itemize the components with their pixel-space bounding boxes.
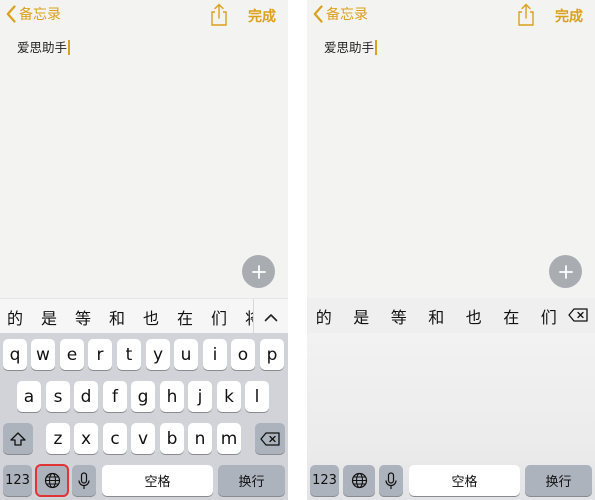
key-b[interactable]: b [160, 423, 184, 454]
notes-screen-candidates: 备忘录 完成 爱思助手 的 是 等 和 也 在 们 123 空格 换行 [307, 0, 595, 500]
delete-icon [260, 431, 280, 446]
key-h[interactable]: h [160, 381, 184, 412]
space-key[interactable]: 空格 [409, 465, 520, 496]
key-y[interactable]: y [146, 339, 170, 370]
key-q[interactable]: q [3, 339, 27, 370]
key-w[interactable]: w [31, 339, 55, 370]
share-icon [516, 3, 536, 27]
back-label: 备忘录 [19, 7, 61, 23]
share-button[interactable] [209, 3, 229, 27]
return-key[interactable]: 换行 [525, 465, 592, 496]
text-caret [68, 40, 71, 55]
key-n[interactable]: n [188, 423, 212, 454]
note-body[interactable]: 爱思助手 [324, 37, 378, 56]
candidate-item[interactable]: 和 [100, 305, 134, 329]
note-text: 爱思助手 [324, 40, 375, 55]
expand-candidates-button[interactable] [253, 299, 288, 334]
delete-key[interactable] [255, 423, 285, 454]
candidate-item[interactable]: 也 [134, 305, 168, 329]
shift-key[interactable] [3, 423, 33, 454]
key-p[interactable]: p [260, 339, 284, 370]
key-o[interactable]: o [231, 339, 255, 370]
key-i[interactable]: i [203, 339, 227, 370]
candidate-item[interactable]: 也 [455, 304, 493, 328]
key-a[interactable]: a [17, 381, 41, 412]
key-d[interactable]: d [74, 381, 98, 412]
add-button[interactable] [242, 255, 275, 288]
plus-icon [558, 264, 573, 279]
key-m[interactable]: m [217, 423, 241, 454]
candidate-item[interactable]: 和 [418, 304, 456, 328]
globe-key[interactable] [35, 464, 69, 497]
key-j[interactable]: j [188, 381, 212, 412]
back-button[interactable]: 备忘录 [313, 3, 368, 25]
key-t[interactable]: t [117, 339, 141, 370]
notes-screen-full-keyboard: 备忘录 完成 爱思助手 的 是 等 和 也 在 们 将 q w e [0, 0, 288, 500]
note-text: 爱思助手 [17, 40, 68, 55]
candidate-item[interactable]: 等 [380, 304, 418, 328]
candidate-item[interactable]: 在 [493, 304, 531, 328]
share-button[interactable] [516, 3, 536, 27]
text-caret [375, 40, 378, 55]
key-e[interactable]: e [60, 339, 84, 370]
globe-icon [351, 472, 368, 489]
key-r[interactable]: r [88, 339, 112, 370]
nav-bar: 备忘录 完成 [307, 0, 595, 32]
microphone-icon [385, 471, 397, 490]
shift-icon [10, 431, 26, 446]
add-button[interactable] [549, 255, 582, 288]
done-button[interactable]: 完成 [248, 6, 276, 26]
back-button[interactable]: 备忘录 [6, 3, 61, 25]
keyboard: q w e r t y u i o p a s d f g h j k l z … [0, 333, 288, 500]
chevron-up-icon [264, 307, 278, 326]
dictation-key[interactable] [379, 465, 403, 496]
candidate-item[interactable]: 的 [0, 305, 32, 329]
candidate-bar: 的 是 等 和 也 在 们 将 [0, 298, 288, 334]
candidate-item[interactable]: 是 [32, 305, 66, 329]
key-v[interactable]: v [131, 423, 155, 454]
key-k[interactable]: k [217, 381, 241, 412]
candidate-item[interactable]: 在 [168, 305, 202, 329]
back-label: 备忘录 [326, 7, 368, 23]
candidate-panel: 123 空格 换行 [307, 333, 595, 500]
globe-key[interactable] [343, 465, 375, 496]
numbers-key[interactable]: 123 [3, 465, 32, 496]
return-key[interactable]: 换行 [218, 465, 285, 496]
done-button[interactable]: 完成 [555, 6, 583, 26]
key-l[interactable]: l [245, 381, 269, 412]
key-s[interactable]: s [46, 381, 70, 412]
nav-bar: 备忘录 完成 [0, 0, 288, 32]
candidate-item[interactable]: 们 [202, 305, 236, 329]
plus-icon [251, 264, 266, 279]
key-g[interactable]: g [131, 381, 155, 412]
candidate-item[interactable]: 们 [530, 304, 568, 328]
delete-icon [568, 307, 588, 326]
candidate-delete-button[interactable] [564, 302, 592, 330]
note-body[interactable]: 爱思助手 [17, 37, 71, 56]
key-x[interactable]: x [74, 423, 98, 454]
dictation-key[interactable] [72, 465, 96, 496]
globe-icon [44, 472, 61, 489]
candidate-bar: 的 是 等 和 也 在 们 [307, 298, 595, 333]
microphone-icon [78, 471, 90, 490]
numbers-key[interactable]: 123 [310, 465, 339, 496]
space-key[interactable]: 空格 [102, 465, 213, 496]
chevron-left-icon [6, 5, 16, 23]
share-icon [209, 3, 229, 27]
key-f[interactable]: f [103, 381, 127, 412]
chevron-left-icon [313, 5, 323, 23]
candidate-item[interactable]: 等 [66, 305, 100, 329]
key-c[interactable]: c [103, 423, 127, 454]
key-u[interactable]: u [174, 339, 198, 370]
candidate-item[interactable]: 的 [307, 304, 343, 328]
key-z[interactable]: z [46, 423, 70, 454]
candidate-item[interactable]: 是 [343, 304, 381, 328]
